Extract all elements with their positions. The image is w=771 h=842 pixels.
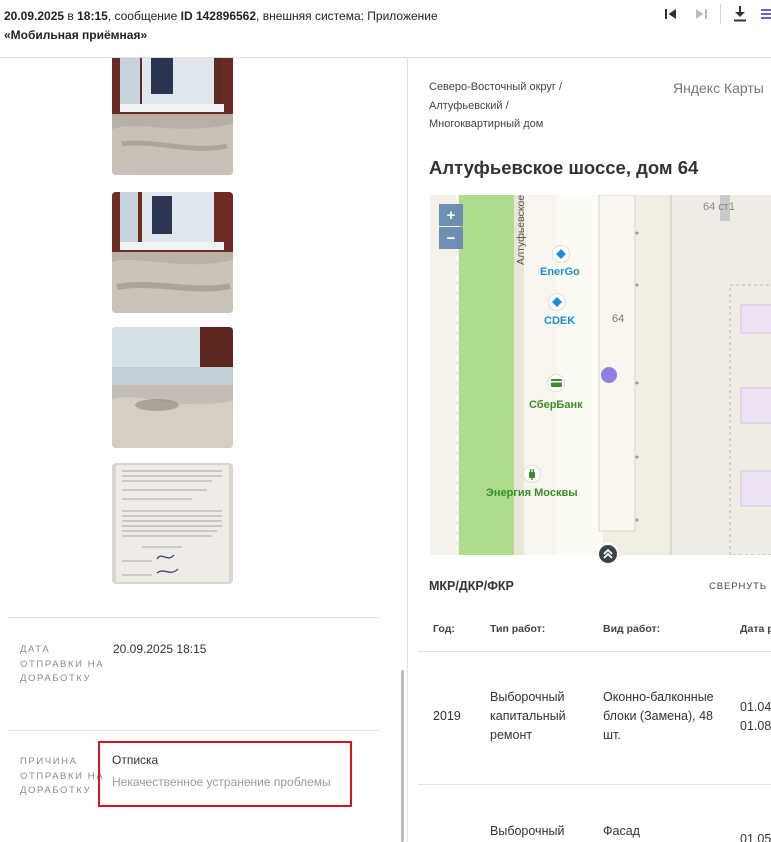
collapse-works-label: СВЕРНУТЬ	[709, 581, 768, 592]
reason-title: Отписка	[112, 753, 159, 767]
breadcrumb-object-type: Многоквартирный дом	[429, 118, 544, 130]
row-1-year: 2019	[433, 709, 461, 723]
row-divider	[418, 651, 771, 652]
chevrons-up-icon	[603, 549, 613, 559]
left-panel: ДАТА ОТПРАВКИ НА ДОРАБОТКУ 20.09.2025 18…	[0, 58, 407, 842]
column-header-dates: Дата р	[740, 623, 771, 635]
row-2-start-date: 01.05	[740, 832, 771, 842]
photo-thumbnail[interactable]	[112, 58, 233, 175]
divider	[8, 730, 379, 731]
column-header-work-kind: Вид работ:	[603, 623, 661, 635]
send-date-label: ДАТА ОТПРАВКИ НА ДОРАБОТКУ	[20, 644, 105, 684]
right-panel: Северо-Восточный округ / Алтуфьевский / …	[407, 58, 771, 842]
message-time: 18:15	[77, 9, 108, 23]
column-header-year: Год:	[433, 623, 455, 635]
row-2-work-type: Выборочный	[490, 824, 565, 838]
poi-charging-label: Энергия Москвы	[486, 487, 578, 499]
row-divider	[418, 784, 771, 785]
poi-bank-icon[interactable]	[547, 374, 565, 392]
column-header-work-type: Тип работ:	[490, 623, 546, 635]
building-label: 64 ст1	[703, 201, 735, 213]
divider	[8, 617, 379, 618]
row-1-start-date: 01.04	[740, 700, 771, 714]
header-toolbar	[652, 4, 771, 24]
zoom-in-button[interactable]: +	[439, 204, 463, 226]
poi-cdek-icon[interactable]	[548, 293, 566, 311]
message-prefix: , сообщение	[107, 9, 178, 23]
zoom-out-button[interactable]: −	[439, 227, 463, 249]
map-street-label: Алтуфьевское ш.	[515, 195, 527, 265]
poi-bank-label: СберБанк	[529, 399, 583, 411]
skip-last-icon[interactable]	[690, 4, 712, 24]
message-meta: 20.09.2025 в 18:15, сообщение ID 1428965…	[4, 7, 644, 45]
scrollbar-thumb[interactable]	[401, 670, 404, 842]
skip-first-icon[interactable]	[660, 4, 682, 24]
row-1-work-kind: Оконно-балконные блоки (Замена), 48 шт.	[603, 690, 714, 742]
breadcrumb-area[interactable]: Алтуфьевский /	[429, 97, 562, 116]
row-1-work-type: Выборочный капитальный ремонт	[490, 690, 566, 742]
poi-cdek-label: CDEK	[544, 315, 576, 327]
row-2-work-kind: Фасад	[603, 824, 640, 838]
download-icon[interactable]	[729, 4, 751, 24]
photo-thumbnail[interactable]	[112, 192, 233, 313]
reason-label: ПРИЧИНА ОТПРАВКИ НА ДОРАБОТКУ	[20, 756, 105, 796]
reason-detail: Некачественное устранение проблемы	[112, 775, 331, 789]
works-section-title: МКР/ДКР/ФКР	[429, 579, 514, 593]
send-date-value: 20.09.2025 18:15	[113, 642, 207, 656]
collapse-map-button[interactable]	[597, 543, 619, 565]
toolbar-divider	[720, 4, 721, 24]
word-in: в	[67, 9, 74, 23]
photo-thumbnail[interactable]	[112, 327, 233, 448]
poi-energo-icon[interactable]	[552, 245, 570, 263]
breadcrumb: Северо-Восточный округ / Алтуфьевский / …	[429, 78, 562, 134]
house-number-label: 64	[612, 313, 625, 325]
yandex-maps-link[interactable]: Яндекс Карты	[673, 80, 764, 96]
breadcrumb-district[interactable]: Северо-Восточный округ /	[429, 78, 562, 97]
message-header: 20.09.2025 в 18:15, сообщение ID 1428965…	[0, 0, 771, 58]
external-system: , внешняя система: Приложение	[256, 9, 438, 23]
document-photo-thumbnail[interactable]	[112, 463, 233, 584]
poi-energo-label: EnerGo	[540, 266, 580, 278]
message-id: ID 142896562	[180, 9, 257, 23]
location-marker[interactable]	[601, 367, 617, 383]
poi-charging-icon[interactable]	[523, 465, 541, 483]
reason-highlight-box: Отписка Некачественное устранение пробле…	[98, 741, 352, 807]
app-name: «Мобильная приёмная»	[4, 28, 148, 42]
map-view[interactable]: Алтуфьевское ш. EnerGo CDEK 64 64 ст1 Сб…	[430, 195, 771, 555]
menu-icon[interactable]	[759, 4, 771, 24]
page-title: Алтуфьевское шоссе, дом 64	[429, 157, 699, 178]
collapse-works-button[interactable]: СВЕРНУТЬ	[709, 581, 771, 592]
row-1-end-date: 01.08	[740, 719, 771, 733]
map-canvas	[430, 195, 771, 555]
message-date: 20.09.2025	[4, 9, 65, 23]
